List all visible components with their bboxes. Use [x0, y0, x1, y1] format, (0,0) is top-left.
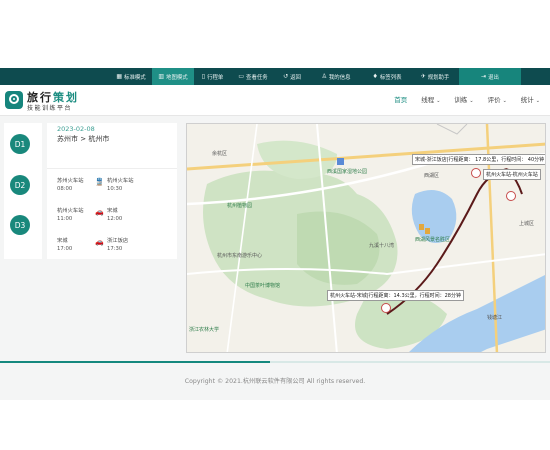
route-tooltip: 宋城-浙江饭店|行程距离： 17.8公里，行程时间： 40分钟: [412, 154, 545, 165]
car-icon: 🚗: [95, 208, 104, 216]
my-info-button[interactable]: ♙ 我的信息: [309, 68, 363, 85]
back-icon: ↺: [283, 73, 289, 80]
nav-home[interactable]: 首页: [394, 94, 407, 104]
top-toolbar: ▦ 标准模式 ▥ 地图模式 ▯ 行程单 ▭ 查看任务 ↺ 返回 ♙ 我的信息 ♦ 标签列表 ✈…: [0, 68, 550, 85]
list-icon: ▯: [201, 73, 206, 80]
map-label: 钱塘江: [487, 315, 503, 321]
segment-from: 宋城 17:00: [57, 238, 73, 252]
nav-training[interactable]: 训练 ⌄: [454, 94, 473, 104]
map-label: 西湖区: [424, 173, 440, 179]
planning-assistant-button[interactable]: ✈ 规划助手: [411, 68, 459, 85]
itinerary-button[interactable]: ▯ 行程单: [194, 68, 231, 85]
segment-to: 杭州火车站 10:30: [107, 178, 134, 192]
view-task-button[interactable]: ▭ 查看任务: [231, 68, 275, 85]
route-tooltip: 杭州火车站-杭州火车站: [483, 169, 541, 180]
map-label: 余杭区: [212, 151, 228, 157]
segment-from: 苏州火车站 08:00: [57, 178, 84, 192]
map-label: 杭州植物园: [227, 203, 253, 209]
chevron-down-icon: ⌄: [502, 98, 507, 104]
map-icon: ▥: [158, 73, 165, 80]
user-icon: ♙: [321, 73, 327, 80]
route-tooltip: 杭州火车站-宋城|行程距离：14.3公里，行程时间：28分钟: [327, 290, 464, 301]
exit-icon: ⇥: [481, 73, 487, 80]
day-badge-d2[interactable]: D2: [10, 175, 30, 195]
tag-list-button[interactable]: ♦ 标签列表: [363, 68, 411, 85]
compass-icon: ✈: [420, 73, 426, 80]
trip-card: 2023-02-08 苏州市 > 杭州市 苏州火车站 08:00 🚆 杭州火车站 1…: [47, 123, 177, 259]
map-label: 九溪十八湾: [369, 243, 395, 249]
footer-copyright: Copyright © 2021.杭州联云软件有限公司 All rights r…: [184, 378, 366, 385]
task-icon: ▭: [238, 73, 245, 80]
route-map[interactable]: 余杭区 西湖区 上城区 西溪国家湿地公园 西湖风景名胜区 杭州植物园 杭州市东南…: [186, 123, 546, 353]
grid-icon: ▦: [116, 73, 123, 80]
standard-mode-button[interactable]: ▦ 标准模式: [110, 68, 152, 85]
brand-subtitle: 技能训练平台: [27, 105, 73, 112]
segment-to: 宋城 12:00: [107, 208, 123, 222]
map-label: 上城区: [519, 221, 535, 227]
main-nav: 首页 线程 ⌄ 训练 ⌄ 评价 ⌄ 统计 ⌄: [380, 94, 540, 104]
chevron-down-icon: ⌄: [469, 98, 474, 104]
trip-route: 苏州市 > 杭州市: [57, 135, 110, 143]
map-label: 西湖风景名胜区: [415, 237, 451, 243]
map-label: 浙江农林大学: [189, 327, 220, 333]
logout-button[interactable]: ⇥ 退出: [459, 68, 521, 85]
train-icon: 🚆: [95, 178, 104, 186]
back-button[interactable]: ↺ 返回: [275, 68, 309, 85]
map-mode-button[interactable]: ▥ 地图模式: [152, 68, 194, 85]
logo-icon: [5, 91, 23, 109]
chevron-down-icon: ⌄: [535, 98, 540, 104]
map-label: 中国茶叶博物馆: [245, 283, 281, 289]
site-header: 旅行策划 技能训练平台 首页 线程 ⌄ 训练 ⌄ 评价 ⌄ 统计 ⌄: [0, 85, 550, 116]
chevron-down-icon: ⌄: [436, 98, 441, 104]
segment-to: 浙江饭店 17:30: [107, 238, 129, 252]
progress-divider: [0, 361, 550, 363]
day-badge-d3[interactable]: D3: [10, 215, 30, 235]
map-label: 杭州市东南游乐中心: [217, 253, 263, 259]
trip-date: 2023-02-08: [57, 125, 95, 133]
car-icon: 🚗: [95, 238, 104, 246]
segment-from: 杭州火车站 11:00: [57, 208, 84, 222]
divider: [47, 168, 177, 169]
nav-statistics[interactable]: 统计 ⌄: [521, 94, 540, 104]
nav-evaluation[interactable]: 评价 ⌄: [488, 94, 507, 104]
map-label: 西溪国家湿地公园: [327, 169, 368, 175]
day-badge-d1[interactable]: D1: [10, 134, 30, 154]
tag-icon: ♦: [372, 73, 378, 80]
nav-route[interactable]: 线程 ⌄: [421, 94, 440, 104]
